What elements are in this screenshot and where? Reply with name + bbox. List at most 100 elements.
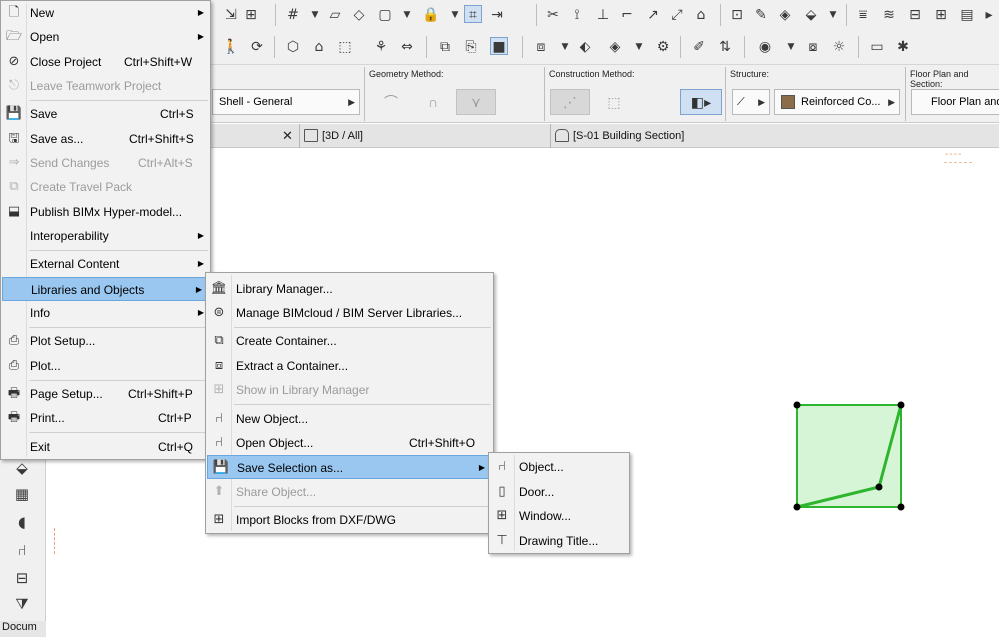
profile-icon[interactable]: ≋ bbox=[880, 6, 898, 24]
plane-icon[interactable]: ▱ bbox=[326, 6, 344, 24]
toolbox-document-label[interactable]: Docum bbox=[0, 621, 46, 637]
walk-icon[interactable]: 🚶 bbox=[222, 38, 240, 56]
pen-icon[interactable]: ✎ bbox=[752, 6, 770, 24]
shape-node[interactable] bbox=[897, 503, 905, 511]
paste-icon[interactable]: ⎘ bbox=[462, 38, 480, 56]
trace-icon[interactable]: ⇅ bbox=[716, 38, 734, 56]
menu-item-print[interactable]: 🖶 Print... Ctrl+P bbox=[1, 406, 210, 430]
paint-icon[interactable]: ⚘ bbox=[372, 38, 390, 56]
adjust-icon[interactable]: ⟟ bbox=[568, 6, 586, 24]
chevron-down-icon[interactable]: ▼ bbox=[306, 6, 324, 24]
morph-icon[interactable]: ✱ bbox=[894, 38, 912, 56]
hatch-icon[interactable]: ▤ bbox=[958, 6, 976, 24]
shape-node[interactable] bbox=[897, 401, 905, 409]
menu-item-manage-bimcloud-libraries[interactable]: ⊜ Manage BIMcloud / BIM Server Libraries… bbox=[206, 301, 493, 325]
chevron-down-icon[interactable]: ▼ bbox=[446, 6, 464, 24]
solid-icon[interactable]: ■ bbox=[490, 37, 508, 55]
chevron-down-icon[interactable]: ▼ bbox=[556, 38, 574, 56]
group-icon[interactable]: ⊡ bbox=[728, 6, 746, 24]
fill-icon[interactable]: ◈ bbox=[776, 6, 794, 24]
structure-material-dropdown[interactable]: Reinforced Co... ▶ bbox=[774, 89, 900, 115]
floor-plan-dropdown[interactable]: Floor Plan and bbox=[911, 89, 999, 115]
construction-morph-button[interactable]: ◧▸ bbox=[680, 89, 722, 115]
roof-icon[interactable]: ⌂ bbox=[692, 6, 710, 24]
geometry-revolved-button[interactable]: ∩ bbox=[414, 89, 452, 115]
surface-icon[interactable]: ⬙ bbox=[802, 6, 820, 24]
shell-icon[interactable]: ◖ bbox=[12, 513, 32, 533]
sun-icon[interactable]: ☼ bbox=[830, 38, 848, 56]
menu-item-save-as[interactable]: 🖫 Save as... Ctrl+Shift+S bbox=[1, 127, 210, 151]
stair-icon[interactable]: ⊟ bbox=[906, 6, 924, 24]
grid-snap-icon[interactable]: # bbox=[284, 6, 302, 24]
close-tab-icon[interactable]: ✕ bbox=[282, 124, 293, 148]
dimension-icon[interactable]: ⌗ bbox=[464, 5, 482, 23]
menu-item-save-as-object[interactable]: ⑁ Object... bbox=[489, 455, 629, 479]
menu-item-save-selection-as[interactable]: 💾 Save Selection as... ▶ bbox=[207, 455, 492, 479]
slab-icon[interactable]: ⬙ bbox=[12, 459, 32, 479]
camera-icon[interactable]: ◉ bbox=[756, 38, 774, 56]
menu-item-exit[interactable]: Exit Ctrl+Q bbox=[1, 435, 210, 459]
cut-plane-icon[interactable]: ⬡ bbox=[284, 38, 302, 56]
construction-surface-button[interactable]: ⬚ bbox=[594, 89, 634, 115]
house-icon[interactable]: ⌂ bbox=[310, 38, 328, 56]
explode-icon[interactable]: ⇔ bbox=[398, 38, 416, 56]
chevron-down-icon[interactable]: ▼ bbox=[782, 38, 800, 56]
tab-3d-all[interactable]: [3D / All] bbox=[300, 124, 550, 148]
menu-item-close-project[interactable]: ⊘ Close Project Ctrl+Shift+W bbox=[1, 50, 210, 74]
orbit-icon[interactable]: ⟳ bbox=[248, 38, 266, 56]
menu-item-external-content[interactable]: External Content ▶ bbox=[1, 252, 210, 276]
surface-paint-icon[interactable]: ◈ bbox=[606, 38, 624, 56]
chevron-down-icon[interactable]: ▼ bbox=[630, 38, 648, 56]
menu-item-create-container[interactable]: ⧉ Create Container... bbox=[206, 329, 493, 353]
menu-item-plot-setup[interactable]: ⎙ Plot Setup... bbox=[1, 329, 210, 353]
menu-item-new-object[interactable]: ⑁ New Object... bbox=[206, 407, 493, 431]
construction-line-button[interactable]: ⋰ bbox=[550, 89, 590, 115]
chevron-down-icon[interactable]: ▼ bbox=[398, 6, 416, 24]
shape-node[interactable] bbox=[793, 503, 801, 511]
menu-item-open[interactable]: 🗁 Open ▶ bbox=[1, 25, 210, 49]
menu-item-save-as-window[interactable]: ⊞ Window... bbox=[489, 504, 629, 528]
tab-building-section[interactable]: [S-01 Building Section] bbox=[551, 124, 851, 148]
video-icon[interactable]: ▭ bbox=[868, 38, 886, 56]
selected-shell-shape[interactable] bbox=[788, 396, 912, 514]
geometry-ruled-button[interactable]: ⋎ bbox=[456, 89, 496, 115]
brush-icon[interactable]: ✐ bbox=[690, 38, 708, 56]
menu-item-save[interactable]: 💾 Save Ctrl+S bbox=[1, 102, 210, 126]
zone-icon[interactable]: ⊟ bbox=[12, 569, 32, 589]
object-icon[interactable]: ⬖ bbox=[576, 38, 594, 56]
lock-icon[interactable]: 🔒 bbox=[422, 6, 440, 24]
elevation-icon[interactable]: ⩸ bbox=[854, 6, 872, 24]
arrow-tool-icon[interactable]: ⇲ bbox=[222, 6, 240, 24]
render-icon[interactable]: ⧇ bbox=[804, 38, 822, 56]
mesh-tool-icon[interactable]: ⧩ bbox=[12, 595, 32, 615]
frame-icon[interactable]: ▢ bbox=[376, 6, 394, 24]
geometry-extruded-button[interactable]: ⌒ bbox=[372, 89, 410, 115]
menu-item-import-blocks[interactable]: ⊞ Import Blocks from DXF/DWG bbox=[206, 508, 493, 532]
offset-icon[interactable]: ↗ bbox=[644, 6, 662, 24]
menu-item-info[interactable]: Info ▶ bbox=[1, 301, 210, 325]
menu-item-extract-container[interactable]: ⧈ Extract a Container... bbox=[206, 354, 493, 378]
select-icon[interactable]: ⧈ bbox=[532, 38, 550, 56]
menu-item-page-setup[interactable]: 🖶 Page Setup... Ctrl+Shift+P bbox=[1, 382, 210, 406]
layer-icon[interactable]: ◇ bbox=[350, 6, 368, 24]
coordinate-icon[interactable]: ⊞ bbox=[242, 6, 260, 24]
shape-node[interactable] bbox=[793, 401, 801, 409]
trim-icon[interactable]: ✂ bbox=[544, 6, 562, 24]
curtain-wall-icon[interactable]: ▦ bbox=[12, 485, 32, 505]
more-icon[interactable]: ▸ bbox=[980, 6, 998, 24]
menu-item-libraries-and-objects[interactable]: Libraries and Objects ▶ bbox=[2, 277, 209, 301]
menu-item-publish-bimx[interactable]: ⬓ Publish BIMx Hyper-model... bbox=[1, 200, 210, 224]
object-chair-icon[interactable]: ⑁ bbox=[12, 541, 32, 561]
structure-type-button[interactable]: ⟋ ▶ bbox=[732, 89, 770, 115]
copy-icon[interactable]: ⧉ bbox=[436, 38, 454, 56]
menu-item-plot[interactable]: ⎙ Plot... bbox=[1, 354, 210, 378]
menu-item-save-as-door[interactable]: ▯ Door... bbox=[489, 480, 629, 504]
resize-icon[interactable]: ⤢ bbox=[668, 6, 686, 24]
menu-item-new[interactable]: 🗋 New ▶ bbox=[1, 1, 210, 25]
settings-icon[interactable]: ⚙ bbox=[654, 38, 672, 56]
menu-item-interoperability[interactable]: Interoperability ▶ bbox=[1, 224, 210, 248]
split-icon[interactable]: ⊥ bbox=[594, 6, 612, 24]
shape-node[interactable] bbox=[875, 483, 883, 491]
measure-icon[interactable]: ⇥ bbox=[488, 6, 506, 24]
menu-item-save-as-drawing-title[interactable]: ⊤ Drawing Title... bbox=[489, 529, 629, 553]
